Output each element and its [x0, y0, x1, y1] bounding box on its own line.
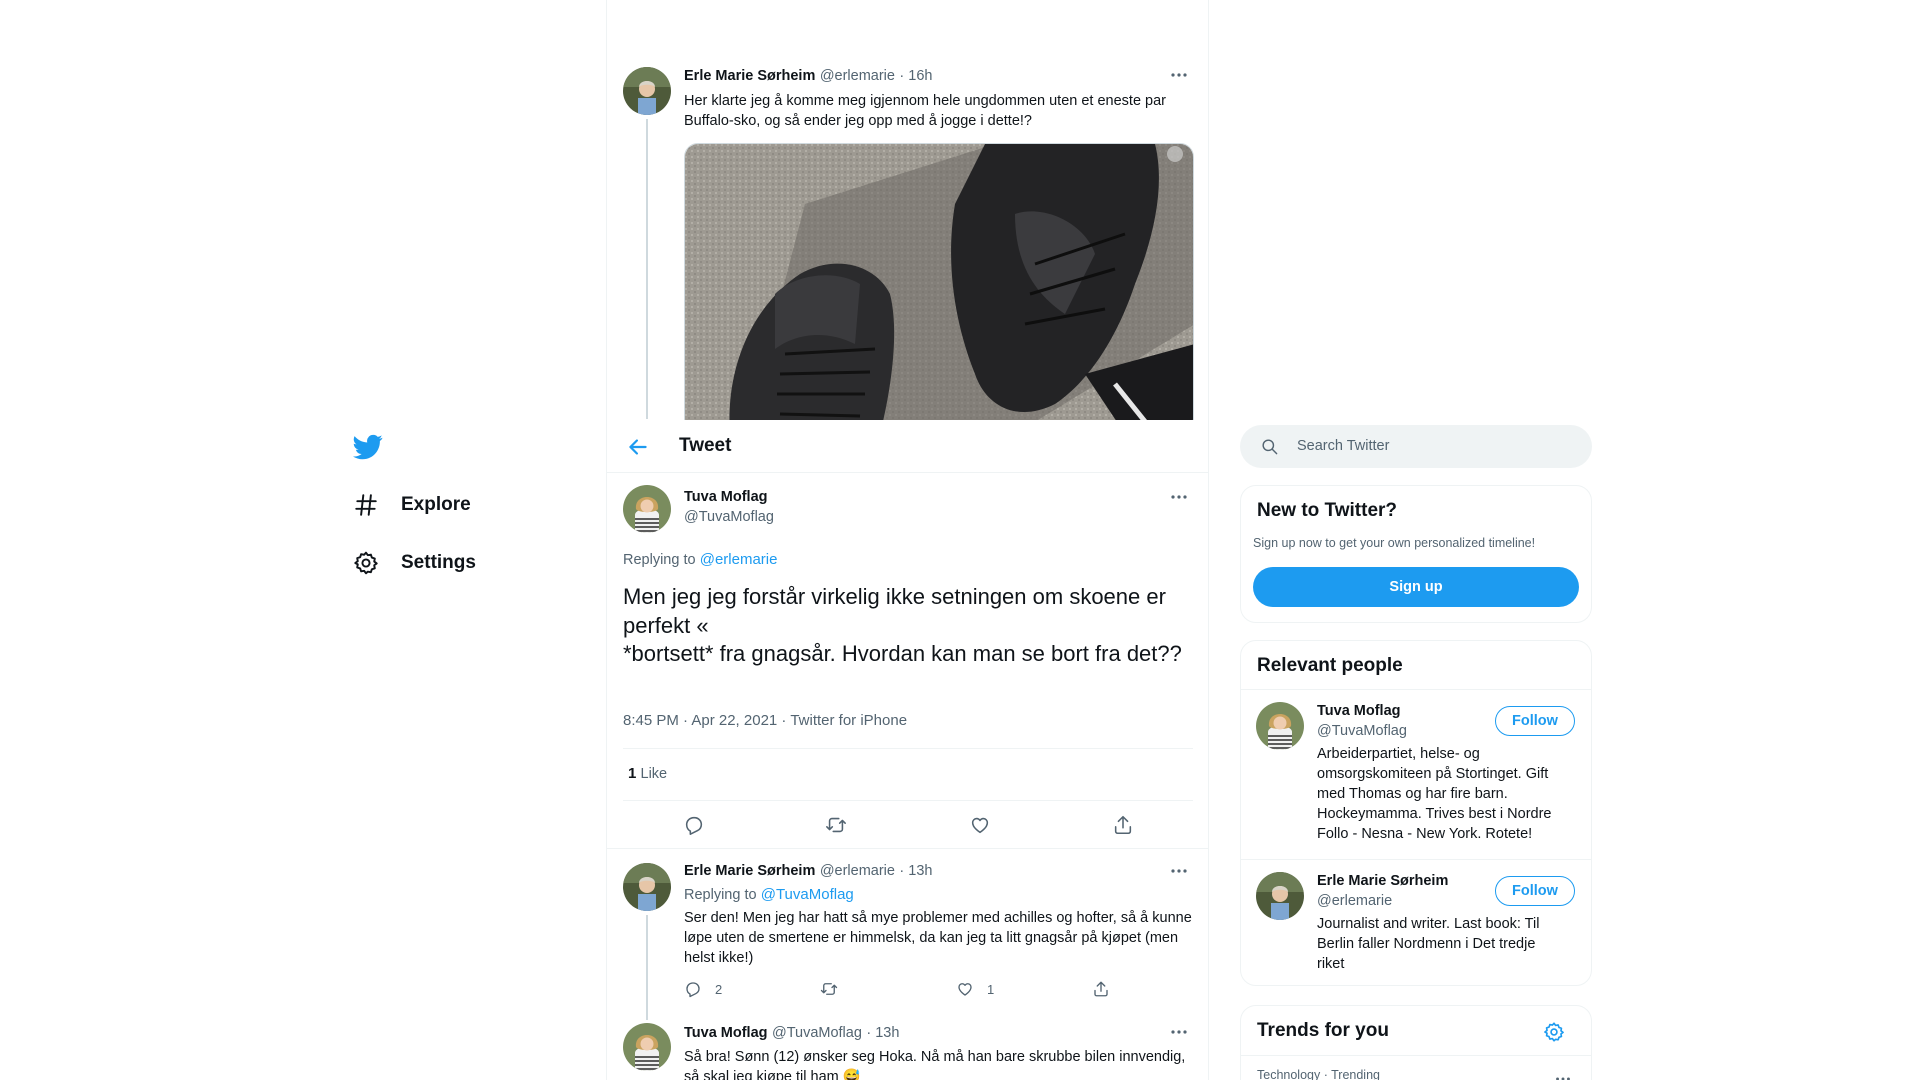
more-options-icon[interactable] — [1168, 68, 1190, 82]
replying-to-link[interactable]: @TuvaMoflag — [761, 886, 854, 903]
person-bio: Journalist and writer. Last book: Til Be… — [1317, 916, 1540, 972]
card-title: Relevant people — [1257, 655, 1403, 676]
more-options-icon[interactable] — [1168, 1025, 1190, 1039]
reply-count: 2 — [715, 981, 723, 997]
like-button[interactable]: 1 — [956, 980, 994, 998]
author-name[interactable]: Erle Marie Sørheim — [684, 68, 815, 84]
divider — [623, 800, 1193, 801]
tweet-header: Tuva Moflag @TuvaMoflag · 13h — [684, 1024, 899, 1042]
author-handle[interactable]: @erlemarie — [820, 68, 895, 84]
card-subtitle: Sign up now to get your own personalized… — [1253, 536, 1536, 550]
tweet-text: Så bra! Sønn (12) ønsker seg Hoka. Nå må… — [684, 1049, 1186, 1080]
tweet-text: Ser den! Men jeg har hatt så mye problem… — [684, 910, 1192, 966]
replying-to: Replying to @erlemarie — [623, 551, 777, 568]
avatar[interactable] — [623, 863, 671, 911]
card-title: New to Twitter? — [1257, 500, 1398, 521]
tweet-time[interactable]: · 16h — [899, 68, 932, 84]
more-options-icon[interactable] — [1168, 864, 1190, 878]
follow-button[interactable]: Follow — [1495, 876, 1575, 906]
follow-button[interactable]: Follow — [1495, 706, 1575, 736]
like-count: 1 — [987, 981, 995, 997]
sneakers-photo — [685, 144, 1193, 432]
author-name[interactable]: Tuva Moflag — [684, 1025, 768, 1041]
search-icon — [1262, 439, 1278, 455]
nav-settings-label: Settings — [401, 552, 476, 573]
person-item[interactable]: Erle Marie Sørheim @erlemarie Follow Jou… — [1241, 859, 1591, 987]
author-handle[interactable]: @erlemarie — [820, 863, 895, 879]
person-bio: Arbeiderpartiet, helse- og omsorgskomite… — [1317, 746, 1552, 842]
tweet-timestamp[interactable]: 8:45 PM · Apr 22, 2021 · Twitter for iPh… — [623, 712, 907, 729]
avatar[interactable] — [623, 485, 671, 533]
reply-icon[interactable] — [683, 814, 705, 836]
more-options-icon[interactable] — [1168, 490, 1190, 504]
gear-icon[interactable] — [1543, 1021, 1565, 1043]
page-title: Tweet — [679, 435, 732, 456]
main-column: Erle Marie Sørheim @erlemarie · 16h Her … — [606, 0, 1209, 1080]
reply-button[interactable]: 2 — [684, 980, 722, 998]
new-to-twitter-card: New to Twitter? Sign up now to get your … — [1240, 485, 1592, 623]
twitter-logo-icon[interactable] — [353, 432, 383, 462]
person-handle[interactable]: @TuvaMoflag — [1317, 723, 1407, 739]
tweet-photo[interactable] — [684, 143, 1194, 433]
heart-icon[interactable] — [969, 814, 991, 836]
author-handle[interactable]: @TuvaMoflag — [772, 1025, 862, 1041]
avatar[interactable] — [623, 1023, 671, 1071]
search-placeholder: Search Twitter — [1297, 438, 1390, 454]
retweet-icon — [820, 983, 838, 995]
tweet-header: Erle Marie Sørheim @erlemarie · 16h — [684, 67, 932, 85]
replying-to-link[interactable]: @erlemarie — [700, 551, 778, 568]
tweet-text: Men jeg jeg forstår virkelig ikke setnin… — [623, 584, 1182, 666]
divider — [1241, 1055, 1591, 1056]
tweet-time[interactable]: · 13h — [866, 1025, 899, 1041]
nav-settings[interactable]: Settings — [353, 545, 476, 581]
heart-icon — [958, 983, 972, 996]
share-icon — [1094, 981, 1108, 997]
retweet-icon[interactable] — [825, 814, 847, 836]
tweet-time[interactable]: · 13h — [899, 863, 932, 879]
tweet-header: Erle Marie Sørheim @erlemarie · 13h — [684, 862, 932, 880]
tweet-page-header: Tweet — [607, 420, 1208, 473]
avatar[interactable] — [1256, 702, 1304, 750]
thread-line — [646, 119, 648, 419]
avatar[interactable] — [1256, 872, 1304, 920]
divider — [607, 848, 1208, 849]
avatar[interactable] — [623, 67, 671, 115]
gear-icon — [354, 551, 378, 575]
tweet-actions: 2 1 — [684, 980, 1196, 1000]
back-arrow-icon[interactable] — [625, 434, 651, 460]
relevant-people-card: Relevant people Tuva Moflag @TuvaMoflag … — [1240, 640, 1592, 986]
trend-category[interactable]: Technology · Trending — [1257, 1068, 1380, 1080]
share-button[interactable] — [1092, 980, 1110, 998]
retweet-button[interactable] — [820, 980, 838, 998]
person-item[interactable]: Tuva Moflag @TuvaMoflag Follow Arbeiderp… — [1241, 689, 1591, 859]
person-name[interactable]: Tuva Moflag — [1317, 703, 1401, 719]
reply-icon — [686, 982, 700, 998]
person-name[interactable]: Erle Marie Sørheim — [1317, 873, 1448, 889]
like-count-link[interactable]: 1 Like — [628, 765, 667, 782]
tweet-text: Her klarte jeg å komme meg igjennom hele… — [684, 93, 1166, 129]
author-name[interactable]: Tuva Moflag — [684, 489, 768, 505]
author-name[interactable]: Erle Marie Sørheim — [684, 863, 815, 879]
like-label: Like — [640, 766, 668, 782]
thread-line — [646, 915, 648, 1020]
search-input[interactable]: Search Twitter — [1240, 425, 1592, 468]
share-icon[interactable] — [1112, 814, 1134, 836]
sign-up-button[interactable]: Sign up — [1253, 567, 1579, 607]
trends-card: Trends for you Technology · Trending — [1240, 1005, 1592, 1080]
hashtag-icon — [355, 494, 377, 516]
nav-explore-label: Explore — [401, 494, 471, 515]
replying-to-prefix: Replying to — [684, 887, 757, 903]
person-handle[interactable]: @erlemarie — [1317, 893, 1392, 909]
tweet-actions — [623, 814, 1193, 840]
divider — [623, 748, 1193, 749]
more-options-icon[interactable] — [1553, 1072, 1573, 1080]
card-title: Trends for you — [1257, 1020, 1389, 1041]
like-count: 1 — [628, 765, 637, 782]
replying-to: Replying to @TuvaMoflag — [684, 886, 854, 903]
replying-to-prefix: Replying to — [623, 552, 696, 568]
author-handle[interactable]: @TuvaMoflag — [684, 509, 774, 525]
nav-explore[interactable]: Explore — [353, 487, 471, 523]
